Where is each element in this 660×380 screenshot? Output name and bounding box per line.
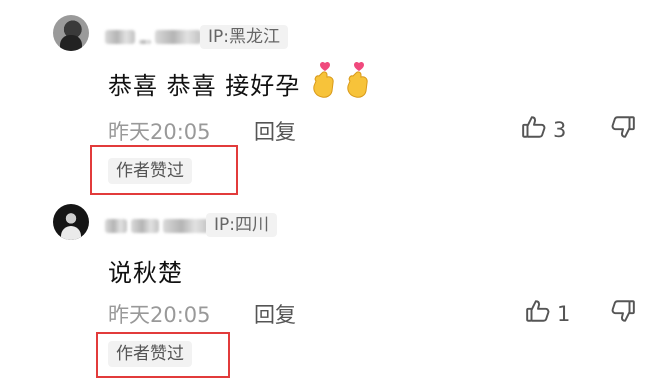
like-count: 3: [553, 117, 567, 142]
username-blurred[interactable]: [105, 26, 201, 48]
crossed-fingers-heart-icon: [344, 61, 374, 105]
username-blurred[interactable]: [105, 215, 209, 237]
dislike-button[interactable]: [610, 298, 636, 328]
like-button[interactable]: 1: [525, 298, 570, 329]
thumbs-up-icon: [525, 298, 551, 329]
crossed-fingers-heart-icon: [310, 61, 340, 105]
author-liked-tag: 作者赞过: [108, 158, 192, 184]
dislike-button[interactable]: [610, 114, 636, 144]
comment-timestamp: 昨天20:05: [108, 120, 211, 144]
user-avatar[interactable]: [53, 15, 89, 51]
reply-button[interactable]: 回复: [254, 116, 296, 146]
user-avatar[interactable]: [53, 204, 89, 240]
comment-text: 说秋楚: [108, 252, 183, 288]
comment-text-content: 说秋楚: [108, 258, 183, 287]
like-count: 1: [557, 301, 571, 326]
thumbs-up-icon: [521, 114, 547, 145]
thumbs-down-icon: [610, 300, 636, 328]
ip-location-badge: IP:黑龙江: [200, 25, 288, 49]
thumbs-down-icon: [610, 116, 636, 144]
reply-button[interactable]: 回复: [254, 299, 296, 329]
comment-text-content: 恭喜 恭喜 接好孕: [108, 71, 301, 100]
comment-timestamp: 昨天20:05: [108, 303, 211, 327]
like-button[interactable]: 3: [521, 114, 566, 145]
ip-location-badge: IP:四川: [206, 213, 277, 237]
author-liked-tag: 作者赞过: [108, 341, 192, 367]
comment-text: 恭喜 恭喜 接好孕: [108, 61, 374, 101]
